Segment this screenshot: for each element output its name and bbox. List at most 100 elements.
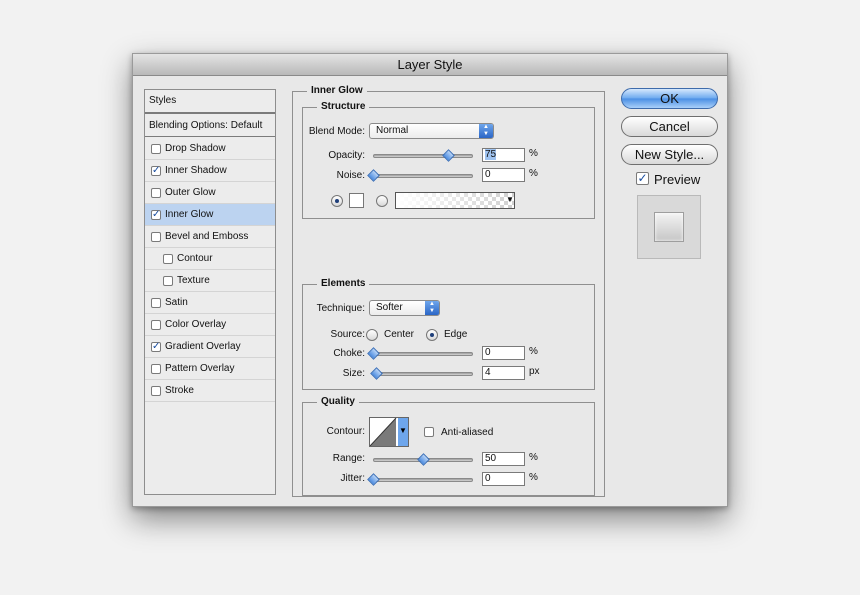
range-slider-thumb[interactable]	[417, 453, 430, 466]
jitter-slider-thumb[interactable]	[367, 473, 380, 486]
style-checkbox[interactable]	[151, 386, 161, 396]
size-field[interactable]: 4	[482, 366, 525, 380]
style-item-contour[interactable]: Contour	[145, 248, 275, 270]
contour-label: Contour:	[326, 426, 365, 437]
style-item-label: Inner Glow	[165, 209, 214, 220]
size-slider-thumb[interactable]	[370, 367, 383, 380]
style-item-inner-shadow[interactable]: ✓ Inner Shadow	[145, 160, 275, 182]
style-item-inner-glow[interactable]: ✓ Inner Glow	[145, 204, 275, 226]
source-center-radio[interactable]	[366, 329, 378, 341]
noise-field[interactable]: 0	[482, 168, 525, 182]
opacity-slider[interactable]	[373, 154, 473, 158]
style-item-label: Pattern Overlay	[165, 363, 235, 374]
technique-select[interactable]: Softer ▲ ▼	[369, 300, 440, 316]
style-checkbox[interactable]	[151, 364, 161, 374]
size-unit: px	[529, 366, 540, 377]
technique-value: Softer	[376, 302, 403, 313]
opacity-slider-thumb[interactable]	[442, 149, 455, 162]
style-checkbox[interactable]	[151, 144, 161, 154]
style-checkbox[interactable]	[151, 232, 161, 242]
range-field[interactable]: 50	[482, 452, 525, 466]
style-item-label: Color Overlay	[165, 319, 227, 330]
style-item-label: Bevel and Emboss	[165, 231, 249, 242]
blend-mode-select[interactable]: Normal ▲ ▼	[369, 123, 494, 139]
choke-label: Choke:	[333, 348, 365, 359]
style-item-label: Outer Glow	[165, 187, 216, 198]
choke-slider-thumb[interactable]	[367, 347, 380, 360]
style-checkbox[interactable]	[151, 298, 161, 308]
style-item-color-overlay[interactable]: Color Overlay	[145, 314, 275, 336]
noise-slider-thumb[interactable]	[367, 169, 380, 182]
choke-unit: %	[529, 346, 538, 357]
structure-group: Structure Blend Mode: Normal ▲ ▼ Opacity:…	[302, 101, 595, 219]
blend-mode-value: Normal	[376, 125, 409, 136]
jitter-field[interactable]: 0	[482, 472, 525, 486]
style-item-label: Gradient Overlay	[165, 341, 241, 352]
solid-color-radio[interactable]	[331, 195, 343, 207]
layer-style-dialog: Layer Style Styles Blending Options: Def…	[132, 53, 728, 507]
style-item-outer-glow[interactable]: Outer Glow	[145, 182, 275, 204]
glow-color-swatch[interactable]	[349, 193, 364, 208]
style-item-stroke[interactable]: Stroke	[145, 380, 275, 402]
technique-label: Technique:	[316, 303, 365, 314]
choke-slider[interactable]	[373, 352, 473, 356]
style-checkbox[interactable]	[163, 276, 173, 286]
style-checkbox[interactable]: ✓	[151, 166, 161, 176]
style-checkbox[interactable]: ✓	[151, 210, 161, 220]
style-item-label: Contour	[177, 253, 213, 264]
jitter-unit: %	[529, 472, 538, 483]
anti-aliased-label: Anti-aliased	[441, 427, 494, 438]
new-style-button[interactable]: New Style...	[621, 144, 718, 165]
jitter-slider[interactable]	[373, 478, 473, 482]
updown-arrows-icon: ▲ ▼	[425, 301, 439, 315]
style-checkbox[interactable]	[151, 320, 161, 330]
dialog-title: Layer Style	[133, 54, 727, 76]
glow-gradient-picker[interactable]	[395, 192, 515, 209]
elements-title: Elements	[317, 278, 370, 289]
source-edge-radio[interactable]	[426, 329, 438, 341]
style-checkbox[interactable]: ✓	[151, 342, 161, 352]
source-edge-label: Edge	[444, 329, 468, 340]
noise-label: Noise:	[336, 170, 365, 181]
style-item-texture[interactable]: Texture	[145, 270, 275, 292]
size-label: Size:	[342, 368, 365, 379]
style-item-gradient-overlay[interactable]: ✓ Gradient Overlay	[145, 336, 275, 358]
style-item-pattern-overlay[interactable]: Pattern Overlay	[145, 358, 275, 380]
choke-field[interactable]: 0	[482, 346, 525, 360]
gradient-dropdown-arrow-icon[interactable]: ▼	[506, 195, 514, 204]
noise-unit: %	[529, 168, 538, 179]
style-item-drop-shadow[interactable]: Drop Shadow	[145, 138, 275, 160]
style-item-bevel-and-emboss[interactable]: Bevel and Emboss	[145, 226, 275, 248]
size-slider[interactable]	[373, 372, 473, 376]
style-item-label: Stroke	[165, 385, 194, 396]
source-label: Source:	[330, 329, 365, 340]
updown-arrows-icon: ▲ ▼	[479, 124, 493, 138]
range-unit: %	[529, 452, 538, 463]
blending-options-item[interactable]: Blending Options: Default	[145, 115, 275, 137]
styles-list: Styles Blending Options: Default Drop Sh…	[144, 89, 276, 495]
style-checkbox[interactable]	[151, 188, 161, 198]
noise-slider[interactable]	[373, 174, 473, 178]
structure-title: Structure	[317, 101, 370, 112]
opacity-label: Opacity:	[328, 150, 365, 161]
style-item-label: Drop Shadow	[165, 143, 226, 154]
blend-mode-label: Blend Mode:	[308, 126, 365, 137]
quality-group: Quality Contour: ▼ Anti-aliased Range: 5…	[302, 396, 595, 496]
elements-group: Elements Technique: Softer ▲ ▼ Source: Ce…	[302, 278, 595, 390]
style-item-satin[interactable]: Satin	[145, 292, 275, 314]
preview-checkbox[interactable]: ✓	[636, 172, 649, 185]
preview-label: Preview	[654, 172, 701, 187]
styles-header[interactable]: Styles	[145, 90, 275, 114]
anti-aliased-checkbox[interactable]	[424, 427, 434, 437]
quality-title: Quality	[317, 396, 359, 407]
style-item-label: Inner Shadow	[165, 165, 227, 176]
cancel-button[interactable]: Cancel	[621, 116, 718, 137]
contour-picker[interactable]: ▼	[369, 417, 409, 447]
style-checkbox[interactable]	[163, 254, 173, 264]
ok-button[interactable]: OK	[621, 88, 718, 109]
gradient-radio[interactable]	[376, 195, 388, 207]
opacity-field[interactable]: 75	[482, 148, 525, 162]
jitter-label: Jitter:	[340, 473, 365, 484]
inner-glow-title: Inner Glow	[307, 85, 367, 96]
style-item-label: Texture	[177, 275, 210, 286]
